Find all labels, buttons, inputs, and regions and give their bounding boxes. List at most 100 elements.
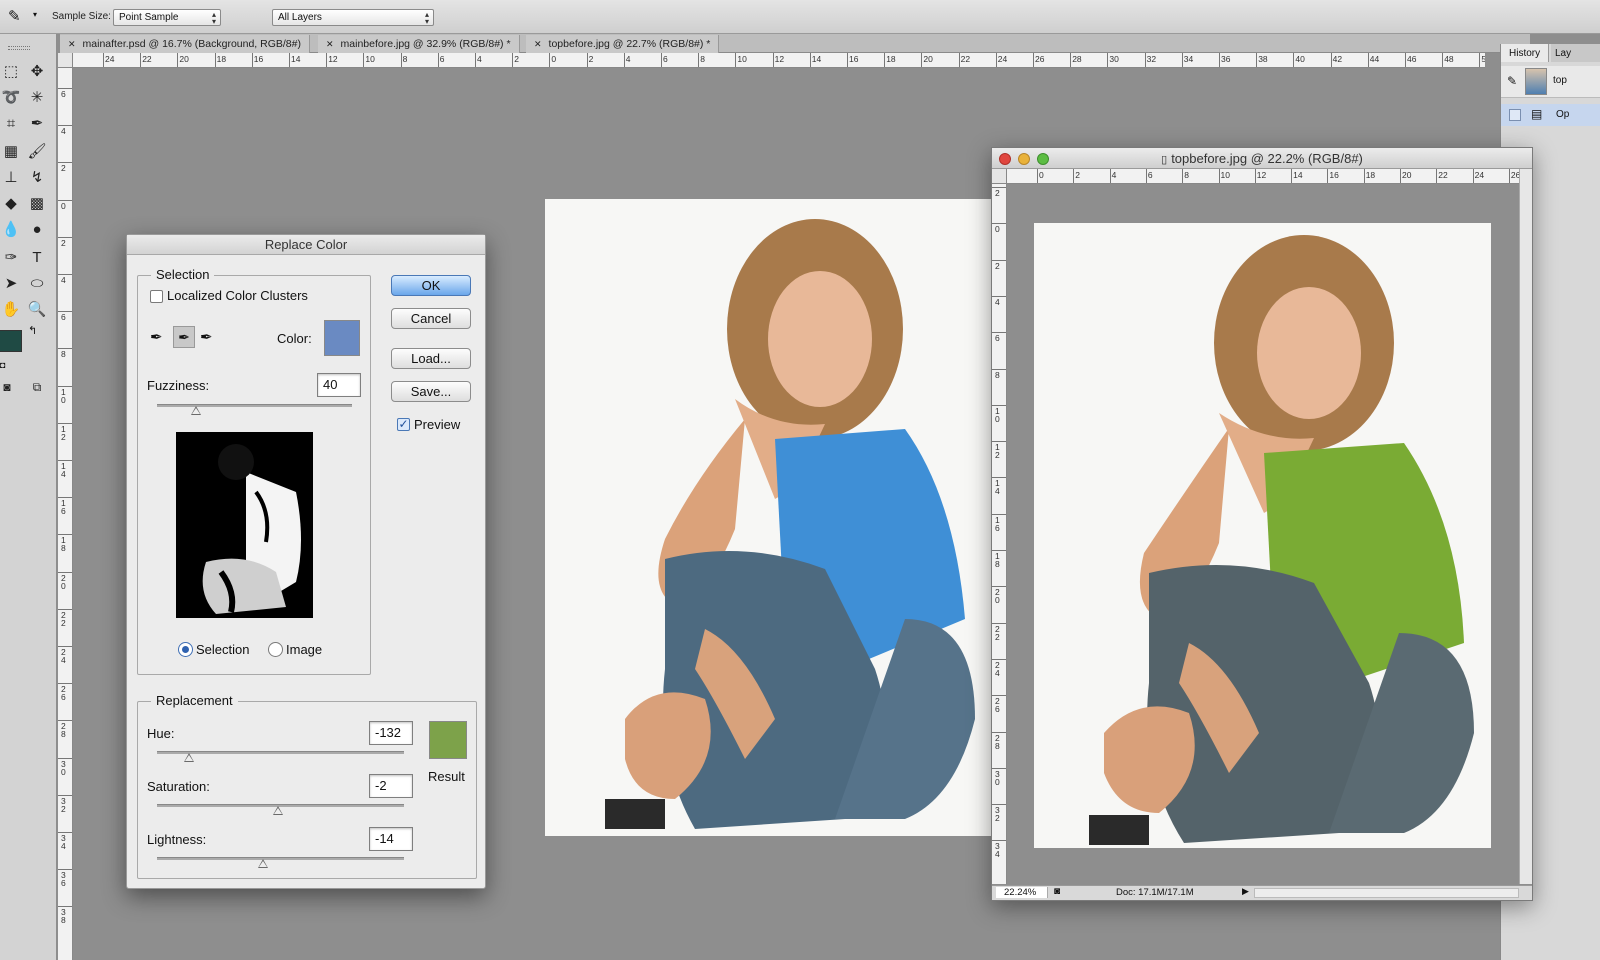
lightness-input[interactable]: -14 <box>369 827 413 851</box>
saturation-slider-thumb[interactable] <box>273 806 283 815</box>
toolbox-grip[interactable] <box>8 46 30 50</box>
ruler-tick <box>623 53 625 67</box>
doc-vertical-scrollbar[interactable] <box>1519 169 1532 884</box>
lasso-tool-icon[interactable]: ➰ <box>0 87 22 109</box>
lightness-slider-track[interactable] <box>157 857 404 860</box>
ruler-tick <box>58 385 72 387</box>
doc-horizontal-scrollbar[interactable] <box>1254 888 1519 898</box>
ruler-tick <box>1367 53 1369 67</box>
ruler-label: 8 <box>61 349 66 360</box>
ruler-label: 18 <box>1365 170 1376 180</box>
swap-colors-icon[interactable]: ↰ <box>28 324 37 337</box>
cancel-button[interactable]: Cancel <box>391 308 471 329</box>
fuzziness-slider-track[interactable] <box>157 404 352 407</box>
ruler-label: 6 <box>663 54 668 64</box>
gradient-tool-icon[interactable]: ▩ <box>26 193 48 215</box>
canvas-image-before[interactable] <box>545 199 992 836</box>
hand-tool-icon[interactable]: ✋ <box>0 299 22 321</box>
preview-checkbox[interactable]: ✓ <box>397 418 410 431</box>
fuzziness-input[interactable]: 40 <box>317 373 361 397</box>
ruler-tick <box>735 53 737 67</box>
ruler-label: 2 <box>1075 170 1081 180</box>
zoom-tool-icon[interactable]: 🔍 <box>26 299 48 321</box>
eyedropper-icon[interactable]: ✒ <box>150 328 163 346</box>
dodge-tool-icon[interactable]: ● <box>26 219 48 241</box>
tab-label: mainbefore.jpg @ 32.9% (RGB/8#) * <box>340 38 511 50</box>
path-selection-icon[interactable]: ➤ <box>0 273 22 295</box>
history-brush-source-icon[interactable]: ✎ <box>1507 74 1517 88</box>
ruler-tick <box>1219 53 1220 67</box>
ruler-tick <box>992 804 1006 806</box>
eyedropper-tool-icon[interactable]: ✎ <box>8 7 21 25</box>
quick-mask-icon[interactable]: ◙ <box>0 376 18 398</box>
fuzziness-slider-thumb[interactable] <box>191 406 201 415</box>
save-button[interactable]: Save... <box>391 381 471 402</box>
ruler-tick <box>1033 53 1034 67</box>
close-tab-icon[interactable]: ✕ <box>68 39 76 49</box>
close-tab-icon[interactable]: ✕ <box>534 39 542 49</box>
status-menu-arrow-icon[interactable]: ▶ <box>1242 886 1249 897</box>
type-tool-icon[interactable]: T <box>26 247 48 269</box>
sample-layers-select[interactable]: All Layers ▴ ▾ <box>272 9 434 26</box>
doc-ruler-origin[interactable] <box>992 169 1007 184</box>
radio-image[interactable] <box>268 642 283 657</box>
ok-button[interactable]: OK <box>391 275 471 296</box>
close-tab-icon[interactable]: ✕ <box>326 39 334 49</box>
blur-tool-icon[interactable]: 💧 <box>0 219 22 241</box>
doc-size-info: Doc: 17.1M/17.1M <box>1116 887 1194 898</box>
status-info-icon[interactable]: ◙ <box>1054 886 1060 897</box>
canvas-image-after[interactable] <box>1034 223 1491 848</box>
healing-tool-icon[interactable]: ▦ <box>0 141 22 163</box>
selection-color-swatch[interactable] <box>324 320 360 356</box>
history-brush-icon[interactable]: ↯ <box>26 167 48 189</box>
screen-mode-icon[interactable]: ⧉ <box>26 376 48 398</box>
history-checkbox[interactable] <box>1509 109 1521 121</box>
tool-preset-arrow-icon[interactable]: ▾ <box>33 10 37 19</box>
ruler-tick <box>1181 53 1183 67</box>
brush-tool-icon[interactable]: 🖌 <box>26 141 48 163</box>
load-button[interactable]: Load... <box>391 348 471 369</box>
stamp-tool-icon[interactable]: ⊥ <box>0 167 22 189</box>
close-window-icon[interactable] <box>999 153 1011 165</box>
lightness-slider-thumb[interactable] <box>258 859 268 868</box>
zoom-level[interactable]: 22.24% <box>996 887 1048 898</box>
radio-selection[interactable] <box>178 642 193 657</box>
tab-mainbefore[interactable]: ✕ mainbefore.jpg @ 32.9% (RGB/8#) * <box>318 35 520 53</box>
hue-slider-track[interactable] <box>157 751 404 754</box>
ruler-tick <box>326 53 328 67</box>
default-colors-icon[interactable]: ◘ <box>0 360 5 370</box>
tab-topbefore[interactable]: ✕ topbefore.jpg @ 22.7% (RGB/8#) * <box>526 35 720 53</box>
ruler-label: 18 <box>886 54 896 64</box>
move-tool-icon[interactable]: ✥ <box>26 61 48 83</box>
zoom-window-icon[interactable] <box>1037 153 1049 165</box>
history-snapshot-row[interactable]: ✎ top <box>1501 66 1600 98</box>
result-color-swatch[interactable] <box>429 721 467 759</box>
shape-tool-icon[interactable]: ⬭ <box>26 273 48 295</box>
ruler-label: 1 8 <box>995 551 1000 569</box>
eyedropper-plus-icon[interactable]: ✒ <box>173 326 195 348</box>
ruler-label: 16 <box>849 54 859 64</box>
doc-titlebar[interactable]: ▯ topbefore.jpg @ 22.2% (RGB/8#) <box>992 148 1532 169</box>
marquee-tool-icon[interactable]: ⬚ <box>0 61 22 83</box>
tab-history[interactable]: History <box>1501 44 1549 62</box>
magic-wand-icon[interactable]: ✳ <box>26 87 48 109</box>
ruler-label: 1 0 <box>61 386 66 405</box>
history-state-open[interactable]: ▤ Op <box>1501 104 1600 126</box>
tab-mainafter[interactable]: ✕ mainafter.psd @ 16.7% (Background, RGB/… <box>60 35 310 53</box>
eraser-tool-icon[interactable]: ◆ <box>0 193 22 215</box>
sample-size-select[interactable]: Point Sample ▴ ▾ <box>113 9 221 26</box>
pen-tool-icon[interactable]: ✑ <box>0 247 22 269</box>
ruler-origin[interactable] <box>58 53 73 68</box>
hue-input[interactable]: -132 <box>369 721 413 745</box>
minimize-window-icon[interactable] <box>1018 153 1030 165</box>
ruler-tick <box>437 53 439 67</box>
eyedropper-icon[interactable]: ✒ <box>26 113 48 135</box>
foreground-color-swatch[interactable] <box>0 330 22 352</box>
ruler-label: 3 0 <box>995 768 1000 787</box>
eyedropper-minus-icon[interactable]: ✒ <box>200 328 213 346</box>
tab-layers[interactable]: Lay <box>1551 44 1600 62</box>
hue-slider-thumb[interactable] <box>184 753 194 762</box>
localized-clusters-checkbox[interactable] <box>150 290 163 303</box>
crop-tool-icon[interactable]: ⌗ <box>0 113 22 135</box>
saturation-input[interactable]: -2 <box>369 774 413 798</box>
